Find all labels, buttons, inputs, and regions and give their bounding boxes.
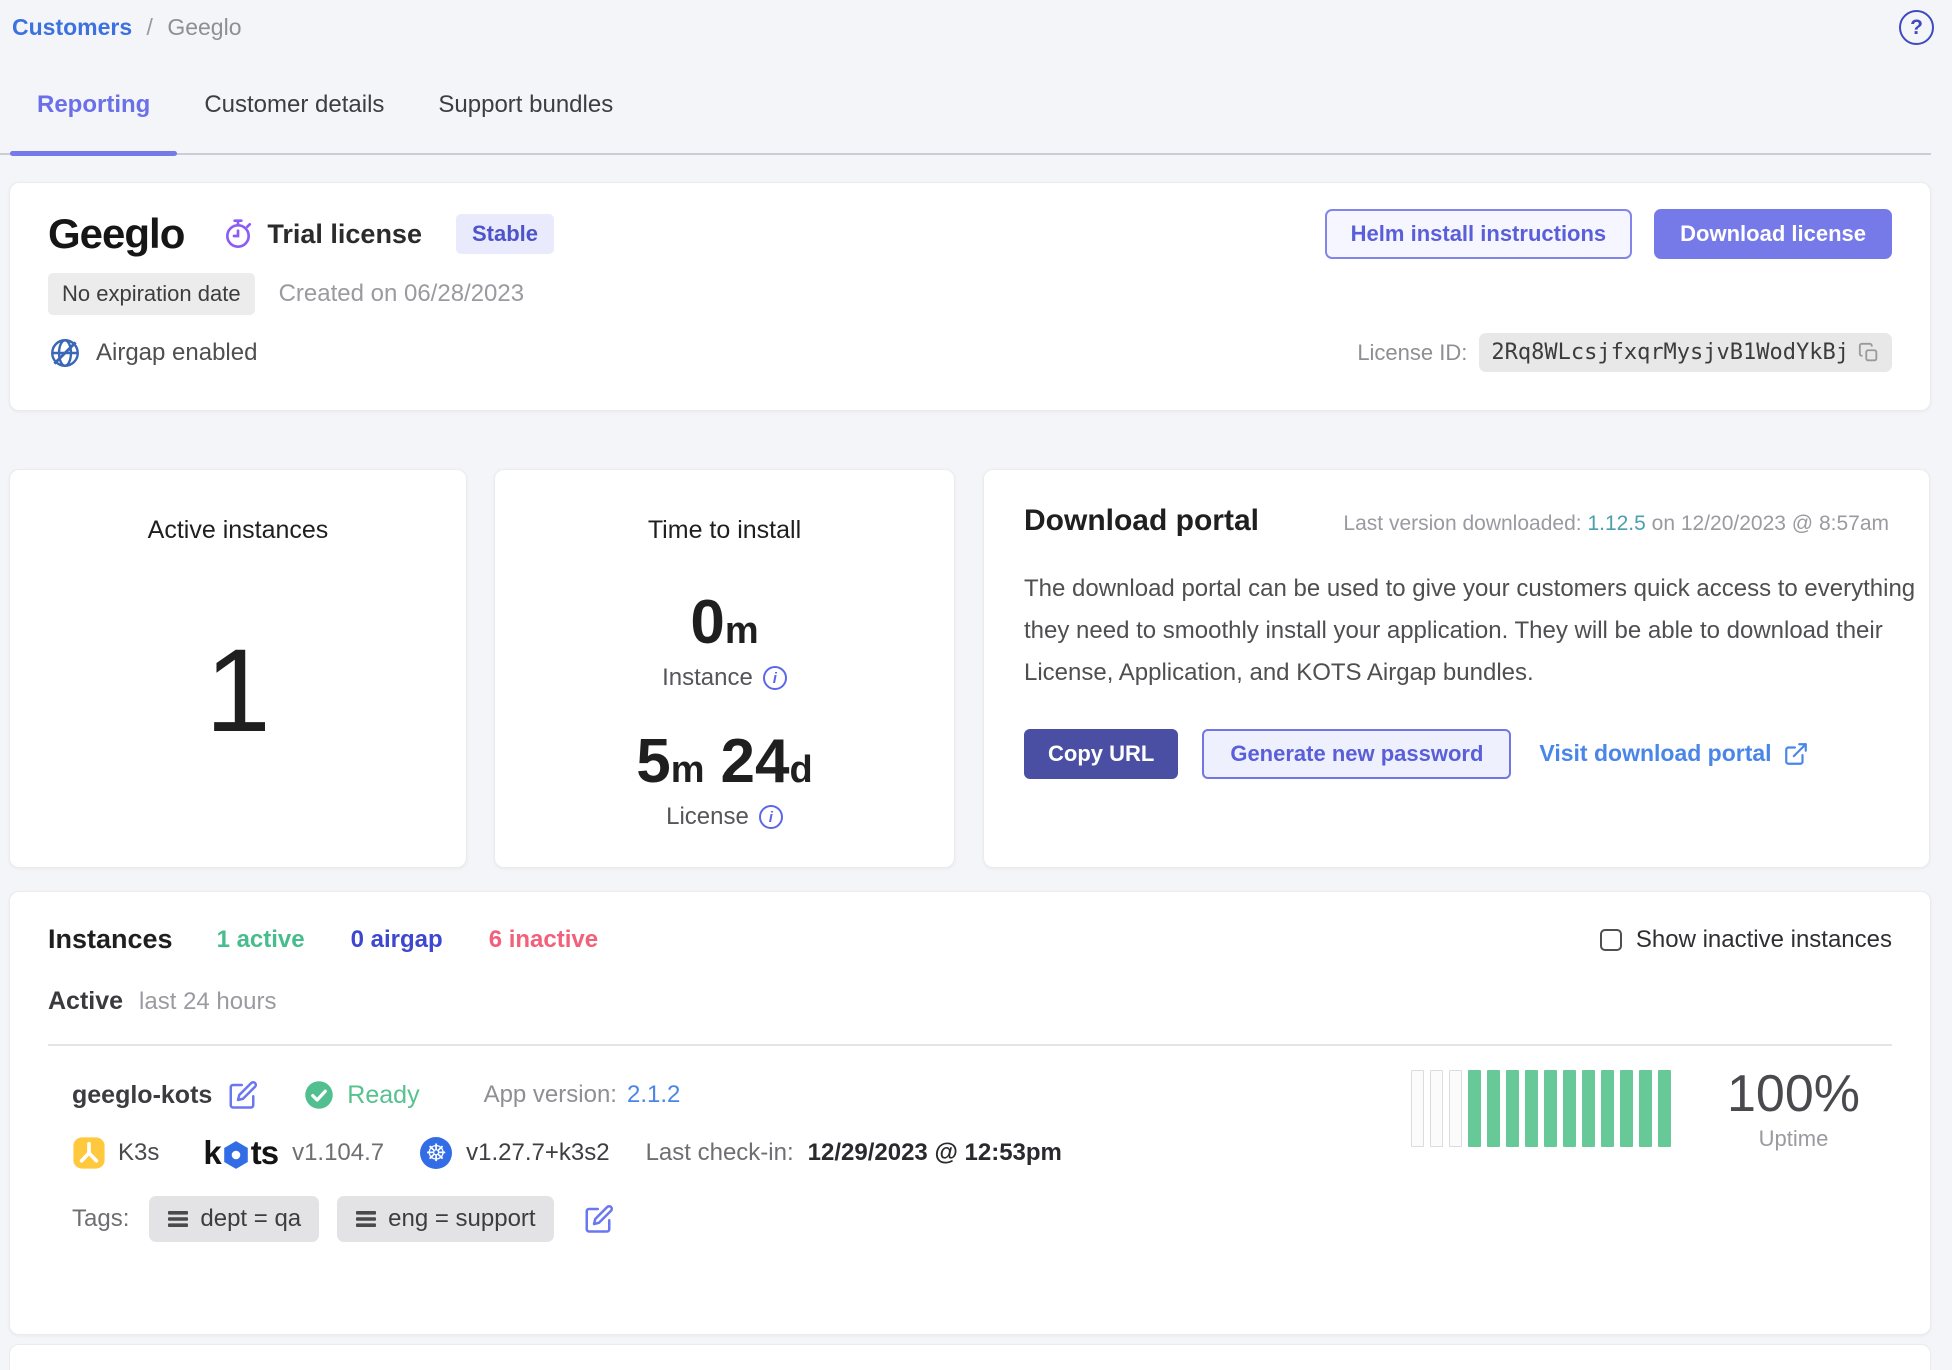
active-instances-title: Active instances: [148, 516, 329, 545]
generate-password-button[interactable]: Generate new password: [1202, 729, 1511, 779]
license-type-label: Trial license: [267, 219, 422, 250]
instance-name: geeglo-kots: [72, 1081, 212, 1110]
download-portal-card: Download portal Last version downloaded:…: [983, 469, 1930, 868]
license-install-time: 5m24d: [636, 726, 812, 797]
expiration-badge: No expiration date: [48, 273, 255, 315]
customer-name: Geeglo: [48, 210, 184, 258]
uptime-bar: [1411, 1070, 1424, 1147]
distribution-label: K3s: [118, 1139, 159, 1167]
download-license-button[interactable]: Download license: [1654, 209, 1892, 259]
last-checkin-label: Last check-in:: [646, 1139, 794, 1167]
tab-reporting[interactable]: Reporting: [10, 56, 177, 153]
active-section-label: Active: [48, 987, 123, 1016]
kubernetes-icon: ☸: [420, 1137, 452, 1169]
breadcrumb: Customers / Geeglo: [12, 14, 242, 41]
time-to-install-title: Time to install: [648, 516, 801, 545]
airgap-globe-icon: [48, 336, 82, 370]
airgap-count[interactable]: 0 airgap: [351, 926, 443, 954]
uptime-label: Uptime: [1727, 1126, 1860, 1152]
kots-logo: k ts: [203, 1134, 278, 1172]
show-inactive-label: Show inactive instances: [1636, 926, 1892, 954]
help-icon[interactable]: ?: [1899, 10, 1934, 45]
license-time-label: License: [666, 803, 749, 831]
tags-row: Tags: dept = qa: [72, 1196, 1892, 1242]
tag-list-icon: [167, 1209, 189, 1229]
uptime-bar: [1658, 1070, 1671, 1147]
download-portal-description: The download portal can be used to give …: [1024, 568, 1934, 695]
breadcrumb-current: Geeglo: [167, 14, 241, 40]
airgap-label: Airgap enabled: [96, 339, 257, 367]
breadcrumb-separator: /: [147, 14, 153, 40]
instances-card: Instances 1 active 0 airgap 6 inactive S…: [9, 891, 1931, 1335]
license-id-value: 2Rq8WLcsjfxqrMysjvB1WodYkBj: [1491, 340, 1849, 365]
time-to-install-card: Time to install 0m Instance i 5m24d Lice…: [494, 469, 955, 868]
uptime-bar: [1506, 1070, 1519, 1147]
instance-status: Ready: [347, 1081, 419, 1110]
last-checkin-value: 12/29/2023 @ 12:53pm: [808, 1139, 1062, 1167]
uptime-bar: [1487, 1070, 1500, 1147]
tab-bar: Reporting Customer details Support bundl…: [0, 56, 1931, 155]
copy-url-button[interactable]: Copy URL: [1024, 729, 1178, 779]
app-version-link[interactable]: 2.1.2: [627, 1081, 680, 1109]
license-info-icon[interactable]: i: [759, 805, 783, 829]
license-id-label: License ID:: [1357, 340, 1467, 366]
tab-support-bundles[interactable]: Support bundles: [411, 56, 640, 153]
uptime-bar: [1468, 1070, 1481, 1147]
visit-download-portal-link[interactable]: Visit download portal: [1539, 740, 1808, 767]
k3s-icon: [72, 1136, 106, 1170]
edit-tags-icon[interactable]: [584, 1204, 614, 1234]
ready-check-icon: [304, 1080, 334, 1110]
helm-install-instructions-button[interactable]: Helm install instructions: [1325, 209, 1633, 259]
instance-time-label: Instance: [662, 664, 753, 692]
uptime-bar: [1544, 1070, 1557, 1147]
uptime-bar: [1620, 1070, 1633, 1147]
show-inactive-checkbox[interactable]: [1600, 929, 1622, 951]
trial-timer-icon: [222, 218, 254, 250]
download-portal-title: Download portal: [1024, 504, 1259, 538]
license-id-chip[interactable]: 2Rq8WLcsjfxqrMysjvB1WodYkBj: [1479, 333, 1892, 372]
active-section-range: last 24 hours: [139, 988, 276, 1016]
external-link-icon: [1783, 741, 1809, 767]
k8s-version: v1.27.7+k3s2: [466, 1139, 609, 1167]
active-instances-card: Active instances 1: [9, 469, 467, 868]
divider: [48, 1044, 1892, 1046]
uptime-cluster: 100% Uptime: [1411, 1064, 1860, 1152]
uptime-value: 100%: [1727, 1064, 1860, 1124]
tags-label: Tags:: [72, 1205, 129, 1233]
uptime-bar: [1563, 1070, 1576, 1147]
uptime-bar: [1639, 1070, 1652, 1147]
tag-list-icon: [355, 1209, 377, 1229]
uptime-bar: [1449, 1070, 1462, 1147]
last-version-link[interactable]: 1.12.5: [1587, 512, 1645, 535]
copy-icon[interactable]: [1858, 342, 1880, 364]
breadcrumb-customers-link[interactable]: Customers: [12, 14, 132, 40]
inactive-count[interactable]: 6 inactive: [489, 926, 598, 954]
created-date: Created on 06/28/2023: [279, 280, 525, 308]
tab-customer-details[interactable]: Customer details: [177, 56, 411, 153]
edit-instance-name-icon[interactable]: [228, 1080, 258, 1110]
instance-info-icon[interactable]: i: [763, 666, 787, 690]
channel-badge: Stable: [456, 214, 554, 254]
active-instances-value: 1: [205, 545, 271, 867]
uptime-bar: [1582, 1070, 1595, 1147]
instances-title: Instances: [48, 924, 173, 955]
uptime-bar-chart: [1411, 1070, 1671, 1147]
tag-badge-dept: dept = qa: [149, 1196, 319, 1242]
uptime-bar: [1601, 1070, 1614, 1147]
last-version-downloaded: Last version downloaded: 1.12.5 on 12/20…: [1343, 512, 1889, 536]
kots-version: v1.104.7: [292, 1139, 384, 1167]
next-section-card-edge: [9, 1344, 1931, 1370]
tag-badge-eng: eng = support: [337, 1196, 553, 1242]
kots-logo-o-icon: [222, 1140, 250, 1170]
instance-install-time: 0m: [662, 587, 787, 658]
uptime-bar: [1525, 1070, 1538, 1147]
uptime-bar: [1430, 1070, 1443, 1147]
active-count[interactable]: 1 active: [217, 926, 305, 954]
license-summary-card: Geeglo Trial license Stable Helm install…: [9, 182, 1931, 411]
app-version-label: App version:: [484, 1081, 617, 1109]
